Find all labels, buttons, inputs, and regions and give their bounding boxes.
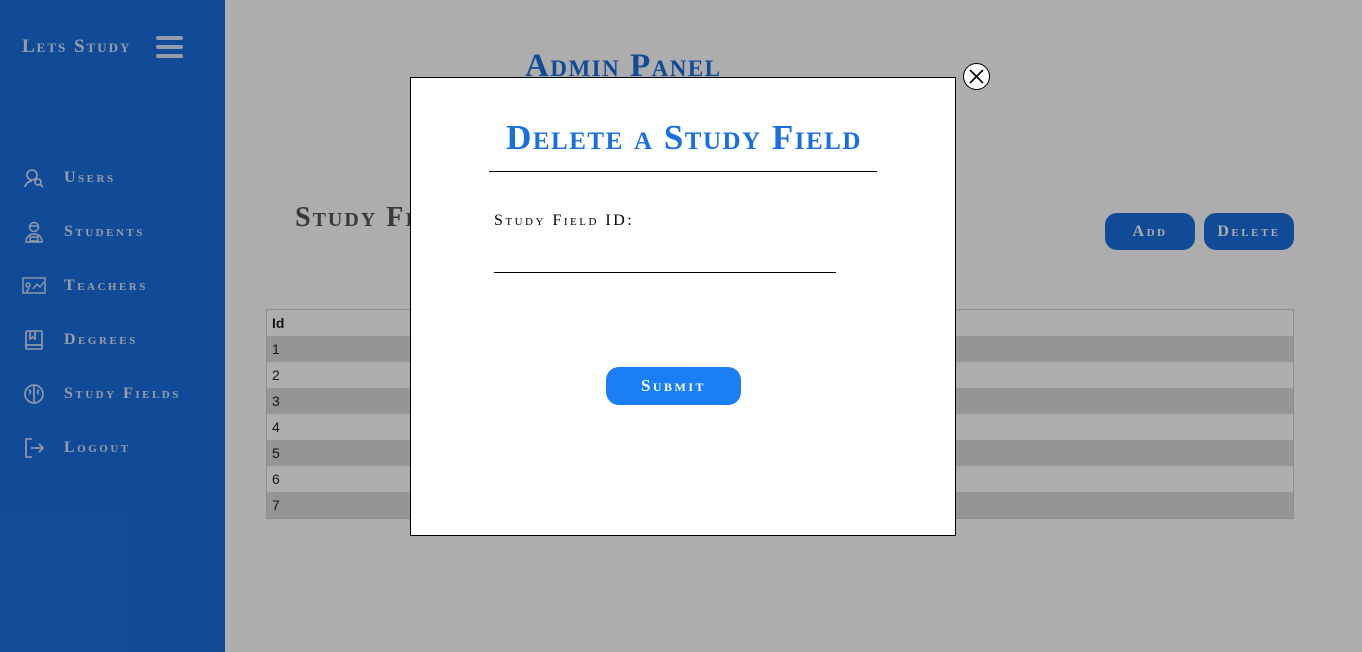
submit-button[interactable]: Submit [606,367,741,405]
study-field-id-input[interactable] [494,246,836,273]
modal-title: Delete a Study Field [506,118,862,157]
close-icon[interactable] [963,63,990,90]
delete-study-field-modal: Delete a Study Field Study Field ID: Sub… [410,77,956,536]
study-field-id-label: Study Field ID: [494,212,635,229]
divider [489,171,877,172]
